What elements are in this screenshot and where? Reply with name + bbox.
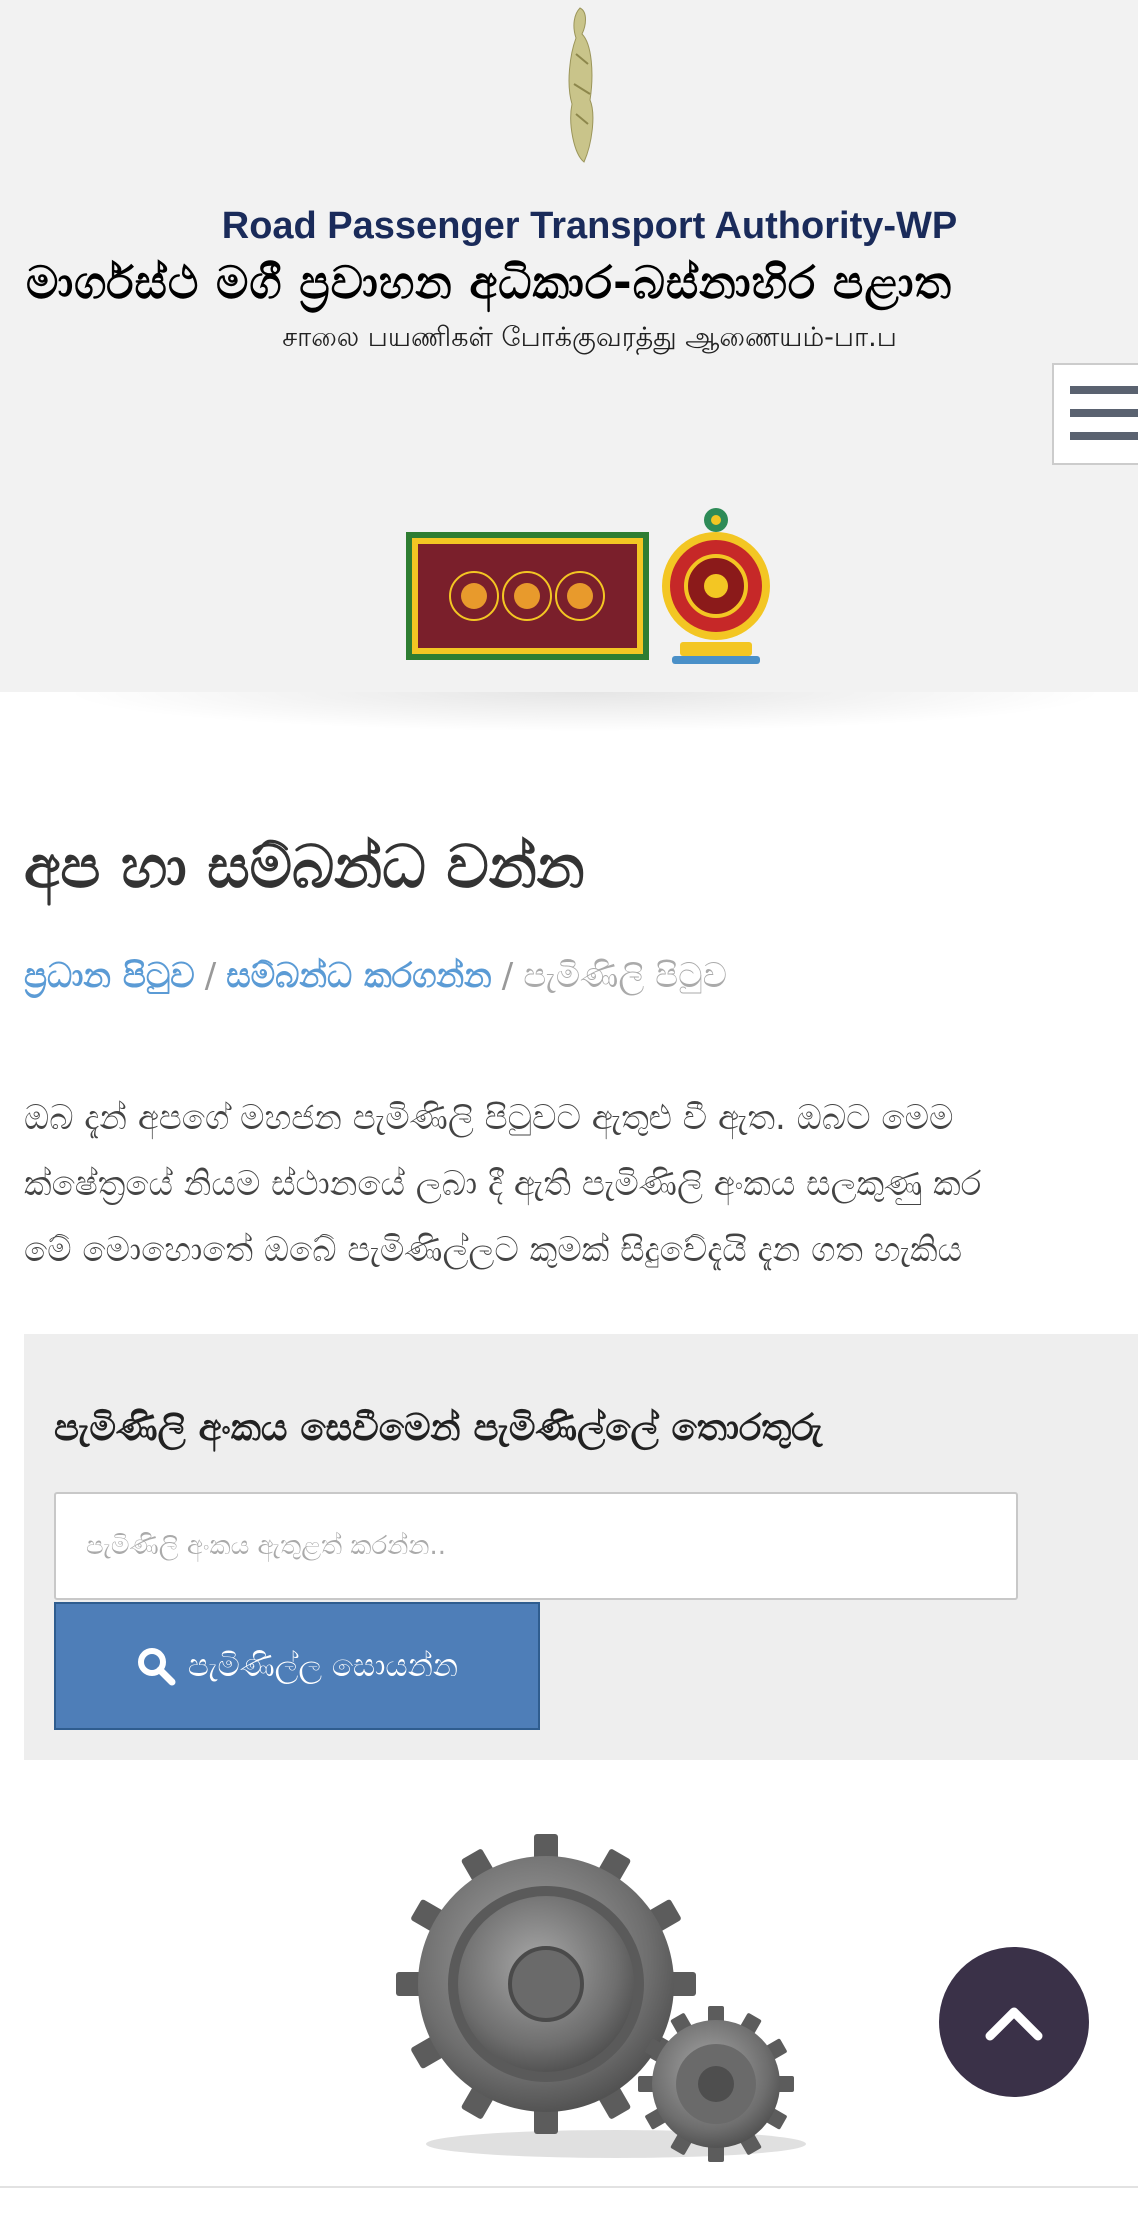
intro-line: ක්ෂේත්‍රයේ නියම ස්ථානයේ ලබා දී ඇති පැමිණ… (24, 1164, 982, 1204)
gears-illustration (396, 1834, 806, 2162)
intro-paragraph: ඔබ දැන් අපගේ මහජන පැමිණිලි පිටුවට ඇතුළු … (24, 1085, 1138, 1283)
intro-line: මේ මොහොතේ ඔබේ පැමිණිල්ලට කුමක් සිදුවේදැය… (24, 1230, 963, 1270)
breadcrumb-contact-link[interactable]: සම්බන්ධ කරගන්න (226, 956, 492, 996)
breadcrumb-home-link[interactable]: ප්‍රධාන පිටුව (24, 956, 195, 996)
state-crest (662, 508, 770, 664)
intro-line: ඔබ දැන් අපගේ මහජන පැමිණිලි පිටුවට ඇතුළු … (24, 1098, 954, 1138)
header-shadow (60, 692, 1110, 732)
search-complaint-button[interactable]: පැමිණිල්ල සොයන්න (54, 1602, 540, 1730)
search-heading: පැමිණිලි අංකය සෙවීමෙන් පැමිණිල්ලේ තොරතුර… (54, 1406, 823, 1449)
page-title: අප හා සම්බන්ධ වන්න (24, 832, 585, 901)
breadcrumb-separator: / (501, 956, 514, 996)
complaint-number-input[interactable] (54, 1492, 1018, 1600)
site-title-sinhala: මාර්ගස්ථ මගී ප්‍රවාහන අධිකාර-බස්නාහිර පළ… (26, 256, 952, 309)
chevron-up-icon (985, 2007, 1043, 2041)
search-button-label: පැමිණිල්ල සොයන්න (187, 1647, 459, 1684)
province-flag (406, 532, 649, 660)
search-icon (137, 1648, 176, 1686)
site-title-english: Road Passenger Transport Authority-WP (221, 205, 958, 247)
menu-button[interactable] (1052, 363, 1138, 465)
emblem-icon (568, 7, 594, 163)
complaint-search-panel: පැමිණිලි අංකය සෙවීමෙන් පැමිණිල්ලේ තොරතුර… (24, 1334, 1138, 1760)
breadcrumb-current: පැමිණිලි පිටුව (523, 956, 728, 996)
breadcrumb-separator: / (204, 956, 217, 996)
site-header: Road Passenger Transport Authority-WP මා… (0, 0, 1138, 692)
section-divider (0, 2186, 1138, 2188)
breadcrumb: ප්‍රධාන පිටුව / සම්බන්ධ කරගන්න / පැමිණිලි පි… (24, 956, 727, 996)
scroll-to-top-button[interactable] (939, 1947, 1089, 2097)
site-title-tamil: சாலை பயணிகள் போக்குவரத்து ஆணையம்-பா.ப (282, 322, 897, 353)
